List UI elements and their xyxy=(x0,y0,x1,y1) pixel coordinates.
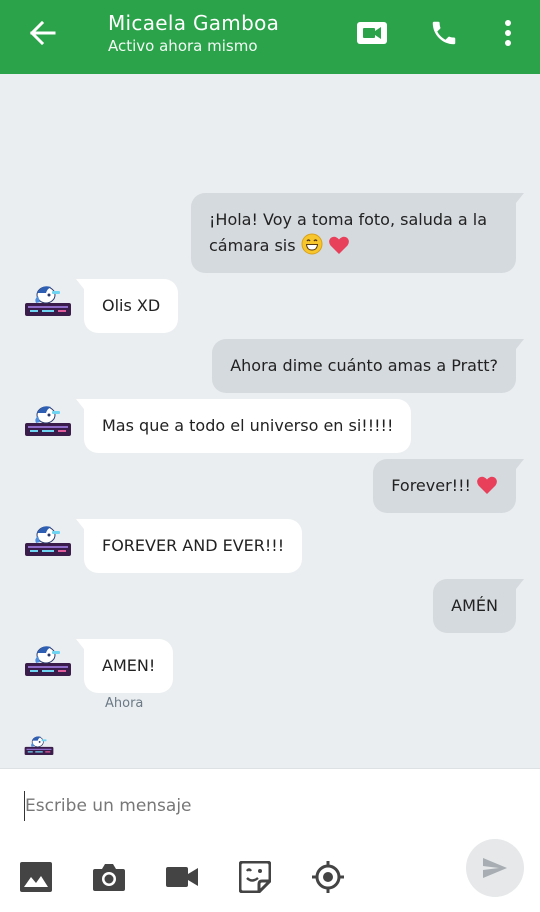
contact-status: Activo ahora mismo xyxy=(108,37,258,55)
message-text: Ahora dime cuánto amas a Pratt? xyxy=(230,356,498,375)
contact-info[interactable]: Micaela Gamboa Activo ahora mismo xyxy=(108,11,279,57)
video-icon xyxy=(166,867,198,887)
phone-icon xyxy=(432,21,456,45)
message-bubble-outgoing[interactable]: Forever!!! xyxy=(373,459,524,513)
message-bubble-outgoing[interactable]: AMÉN xyxy=(433,579,524,633)
chat-header: Micaela Gamboa Activo ahora mismo xyxy=(0,0,540,74)
contact-name: Micaela Gamboa xyxy=(108,11,280,35)
grinning-face-emoji xyxy=(301,233,323,255)
more-options-button[interactable] xyxy=(488,14,528,52)
video-button[interactable] xyxy=(164,859,200,895)
message-input[interactable] xyxy=(24,791,444,821)
location-button[interactable] xyxy=(310,859,346,895)
contact-avatar[interactable] xyxy=(24,523,72,557)
message-bubble-incoming[interactable]: Olis XD xyxy=(75,279,179,333)
red-heart-emoji xyxy=(477,476,497,494)
message-text: FOREVER AND EVER!!! xyxy=(102,536,285,555)
arrow-back-icon xyxy=(29,21,56,45)
message-text: Olis XD xyxy=(102,296,161,315)
message-text: Forever!!! xyxy=(391,476,471,495)
message-bubble-incoming[interactable]: AMEN! xyxy=(75,639,174,693)
send-icon xyxy=(483,858,507,878)
contact-avatar[interactable] xyxy=(24,643,72,677)
send-button[interactable] xyxy=(466,839,524,897)
message-list[interactable]: ¡Hola! Voy a toma foto, saluda a la cáma… xyxy=(0,74,540,768)
message-bubble-incoming[interactable]: Mas que a todo el universo en si!!!!! xyxy=(75,399,412,453)
sticker-icon xyxy=(239,861,271,893)
video-call-button[interactable] xyxy=(352,14,392,52)
back-button[interactable] xyxy=(22,16,62,50)
message-text: AMÉN xyxy=(451,596,498,615)
message-bubble-incoming[interactable]: FOREVER AND EVER!!! xyxy=(75,519,303,573)
message-bubble-outgoing[interactable]: ¡Hola! Voy a toma foto, saluda a la cáma… xyxy=(191,193,524,273)
more-vert-icon xyxy=(505,20,511,46)
image-icon xyxy=(20,862,52,892)
gallery-button[interactable] xyxy=(18,859,54,895)
camera-icon xyxy=(93,864,125,891)
sticker-button[interactable] xyxy=(237,859,273,895)
location-icon xyxy=(312,861,344,893)
camera-button[interactable] xyxy=(91,859,127,895)
message-composer xyxy=(0,768,540,912)
phone-call-button[interactable] xyxy=(424,14,464,52)
message-text: Mas que a todo el universo en si!!!!! xyxy=(102,416,394,435)
red-heart-emoji xyxy=(328,236,349,254)
contact-avatar[interactable] xyxy=(24,403,72,437)
typing-avatar xyxy=(24,734,54,756)
message-bubble-outgoing[interactable]: Ahora dime cuánto amas a Pratt? xyxy=(212,339,524,393)
message-text: AMEN! xyxy=(102,656,156,675)
video-call-icon xyxy=(357,22,387,44)
contact-avatar[interactable] xyxy=(24,283,72,317)
message-timestamp: Ahora xyxy=(105,696,144,711)
